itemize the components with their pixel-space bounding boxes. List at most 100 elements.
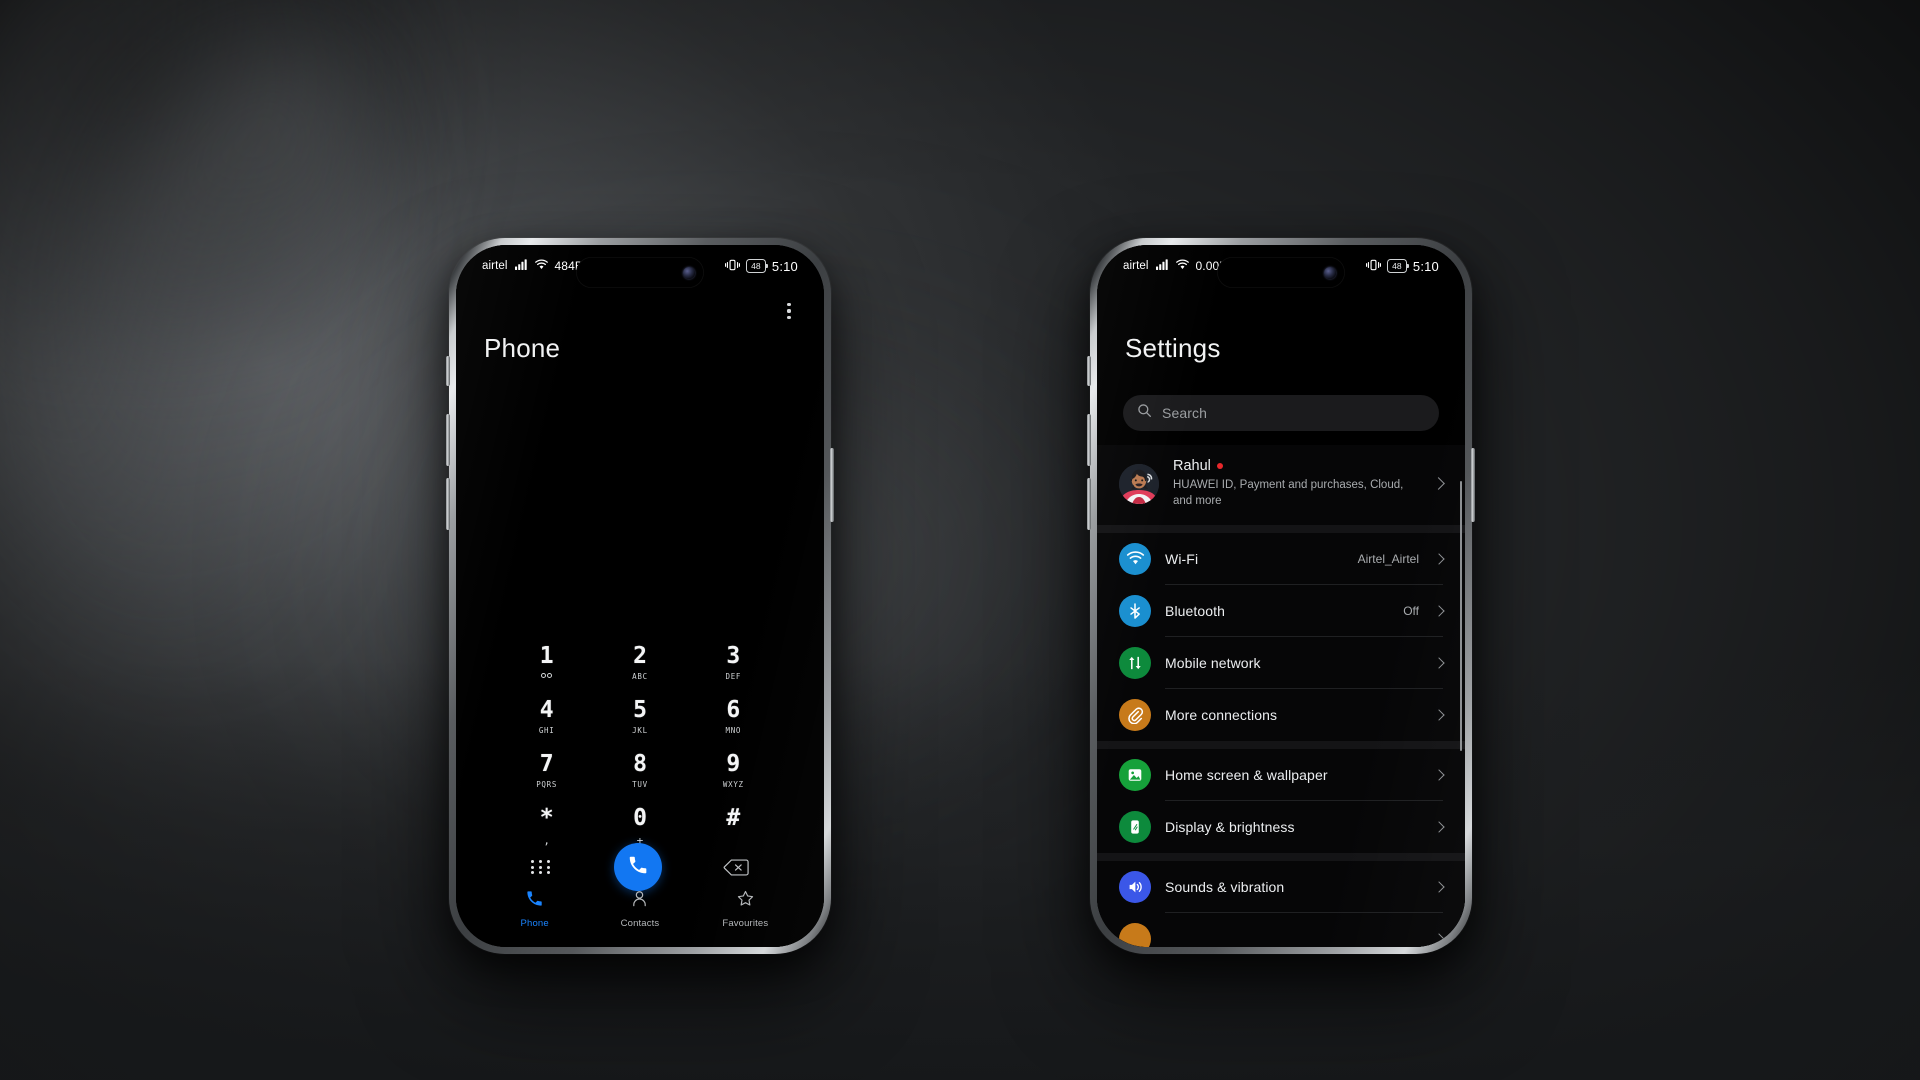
dialpad-key-star[interactable]: * , <box>500 805 593 848</box>
settings-row-label: Mobile network <box>1165 654 1261 671</box>
tab-contacts[interactable]: Contacts <box>602 889 678 929</box>
page-title: Phone <box>484 333 561 363</box>
dialpad-key-letters: ABC <box>632 672 648 681</box>
clock-label: 5:10 <box>1412 258 1439 274</box>
dialpad-key-9[interactable]: 9 WXYZ <box>687 751 780 790</box>
list-scrollbar[interactable] <box>1459 481 1462 751</box>
settings-row-wifi[interactable]: Wi-Fi Airtel_Airtel <box>1097 533 1465 585</box>
overflow-menu-icon[interactable] <box>779 301 799 321</box>
phone-handset-icon <box>525 889 544 913</box>
dialer-app-screen: airtel 484B/s 48 5:10 Phone 1 2 ABC 3 DE… <box>456 245 824 947</box>
page-title: Settings <box>1125 333 1221 363</box>
settings-row-label: Bluetooth <box>1165 602 1226 619</box>
settings-row-home-screen-wallpaper[interactable]: Home screen & wallpaper <box>1097 749 1465 801</box>
list-group-separator <box>1097 740 1465 749</box>
vibrate-icon <box>1365 259 1381 274</box>
search-input[interactable]: Search <box>1123 395 1439 431</box>
star-outline-icon <box>736 889 755 913</box>
silent-switch[interactable] <box>1087 356 1091 386</box>
settings-row-display-brightness[interactable]: Display & brightness <box>1097 801 1465 853</box>
signal-bars-icon <box>1155 259 1169 273</box>
tab-label: Contacts <box>620 918 660 929</box>
dialpad-key-letters <box>687 834 780 843</box>
power-button[interactable] <box>1471 448 1475 522</box>
bottom-tab-bar: Phone Contacts Favourites <box>456 889 824 929</box>
settings-app-screen: airtel 0.00K/s 48 5:10 Settings Search R… <box>1097 245 1465 947</box>
volume-down-button[interactable] <box>1087 478 1091 530</box>
volume-down-button[interactable] <box>446 478 450 530</box>
settings-group-display: Home screen & wallpaper Display & bright… <box>1097 748 1465 853</box>
settings-list[interactable]: Rahul HUAWEI ID, Payment and purchases, … <box>1097 445 1465 947</box>
partial-next-icon <box>1119 922 1151 947</box>
dialpad-key-6[interactable]: 6 MNO <box>687 699 780 736</box>
dialpad-key-digit: 2 <box>633 643 647 669</box>
dialpad-key-digit: * <box>539 805 554 831</box>
account-card: Rahul HUAWEI ID, Payment and purchases, … <box>1097 445 1465 525</box>
list-group-separator <box>1097 852 1465 861</box>
settings-row-value: Off <box>1403 603 1419 618</box>
signal-bars-icon <box>514 259 528 273</box>
settings-row-label: Home screen & wallpaper <box>1165 766 1328 783</box>
silent-switch[interactable] <box>446 356 450 386</box>
dialpad-key-3[interactable]: 3 DEF <box>687 645 780 682</box>
dynamic-island <box>576 257 704 288</box>
phone-mockup-settings: airtel 0.00K/s 48 5:10 Settings Search R… <box>1087 238 1475 954</box>
dialpad-key-letters: TUV <box>632 780 648 789</box>
tab-favourites[interactable]: Favourites <box>707 889 783 929</box>
settings-row-bluetooth[interactable]: Bluetooth Off <box>1097 585 1465 637</box>
settings-row-label: Display & brightness <box>1165 818 1295 835</box>
vibrate-icon <box>724 259 740 274</box>
status-bar-right: 48 5:10 <box>724 258 798 274</box>
chevron-right-icon <box>1433 880 1445 893</box>
phone-screen-bezel: airtel <box>456 245 824 947</box>
dialpad-key-hash[interactable]: # <box>687 807 780 843</box>
call-handset-icon <box>627 854 649 881</box>
settings-row-value: Airtel_Airtel <box>1357 551 1419 566</box>
dialpad-key-0[interactable]: 0 + <box>593 805 686 848</box>
volume-up-button[interactable] <box>1087 414 1091 466</box>
dialpad-key-8[interactable]: 8 TUV <box>593 753 686 790</box>
wallpaper-image-icon <box>1119 758 1151 791</box>
dialpad-grid-icon[interactable] <box>530 856 553 878</box>
tab-label: Favourites <box>722 918 769 929</box>
wifi-icon <box>1119 542 1151 575</box>
dialpad-key-digit: 0 <box>633 805 647 831</box>
settings-row-more-connections[interactable]: More connections <box>1097 689 1465 741</box>
phone-mockup-dialer: airtel 484B/s 48 5:10 Phone 1 2 ABC 3 DE… <box>446 238 834 954</box>
phone-screen-bezel: airtel <box>1097 245 1465 947</box>
dialpad-key-1[interactable]: 1 <box>500 645 593 681</box>
settings-group-connectivity: Wi-Fi Airtel_Airtel Bluetooth Off Mobile… <box>1097 532 1465 741</box>
backspace-delete-icon[interactable] <box>723 858 749 877</box>
backdrop-bottom-shade <box>0 660 1920 1080</box>
call-button[interactable] <box>613 843 662 891</box>
dialpad-key-5[interactable]: 5 JKL <box>593 697 686 736</box>
dialpad-key-4[interactable]: 4 GHI <box>500 697 593 736</box>
search-icon <box>1137 403 1152 423</box>
dialpad-key-digit: 9 <box>726 751 741 777</box>
wifi-icon <box>1175 259 1189 273</box>
speaker-volume-icon <box>1119 870 1151 903</box>
wifi-icon <box>534 259 548 273</box>
dialpad-key-2[interactable]: 2 ABC <box>593 643 686 682</box>
dialpad-key-7[interactable]: 7 PQRS <box>500 751 593 790</box>
tab-phone[interactable]: Phone <box>497 889 573 929</box>
chevron-right-icon <box>1433 552 1445 565</box>
settings-row-label: Sounds & vibration <box>1165 878 1285 895</box>
front-camera-lens-icon <box>1324 266 1336 279</box>
settings-row-partial-next[interactable] <box>1097 913 1465 947</box>
dialpad-key-digit: 5 <box>633 697 647 723</box>
contacts-person-icon <box>630 889 649 913</box>
settings-row-label: Wi-Fi <box>1165 550 1199 567</box>
volume-up-button[interactable] <box>446 414 450 466</box>
dialpad-key-letters: JKL <box>632 726 648 735</box>
dialpad-key-digit: 7 <box>539 751 554 777</box>
settings-row-sounds-vibration[interactable]: Sounds & vibration <box>1097 861 1465 913</box>
dialpad-key-letters: GHI <box>538 726 555 735</box>
chevron-right-icon <box>1433 708 1445 721</box>
dialpad-key-digit: 4 <box>539 697 554 723</box>
account-row[interactable]: Rahul HUAWEI ID, Payment and purchases, … <box>1097 445 1465 525</box>
battery-indicator: 48 <box>745 258 768 274</box>
power-button[interactable] <box>830 448 834 522</box>
dialpad-keypad: 1 2 ABC 3 DEF 4 GHI 5 JKL 6 MNO 7 PQRS 8… <box>456 643 824 848</box>
settings-row-mobile-network[interactable]: Mobile network <box>1097 637 1465 689</box>
